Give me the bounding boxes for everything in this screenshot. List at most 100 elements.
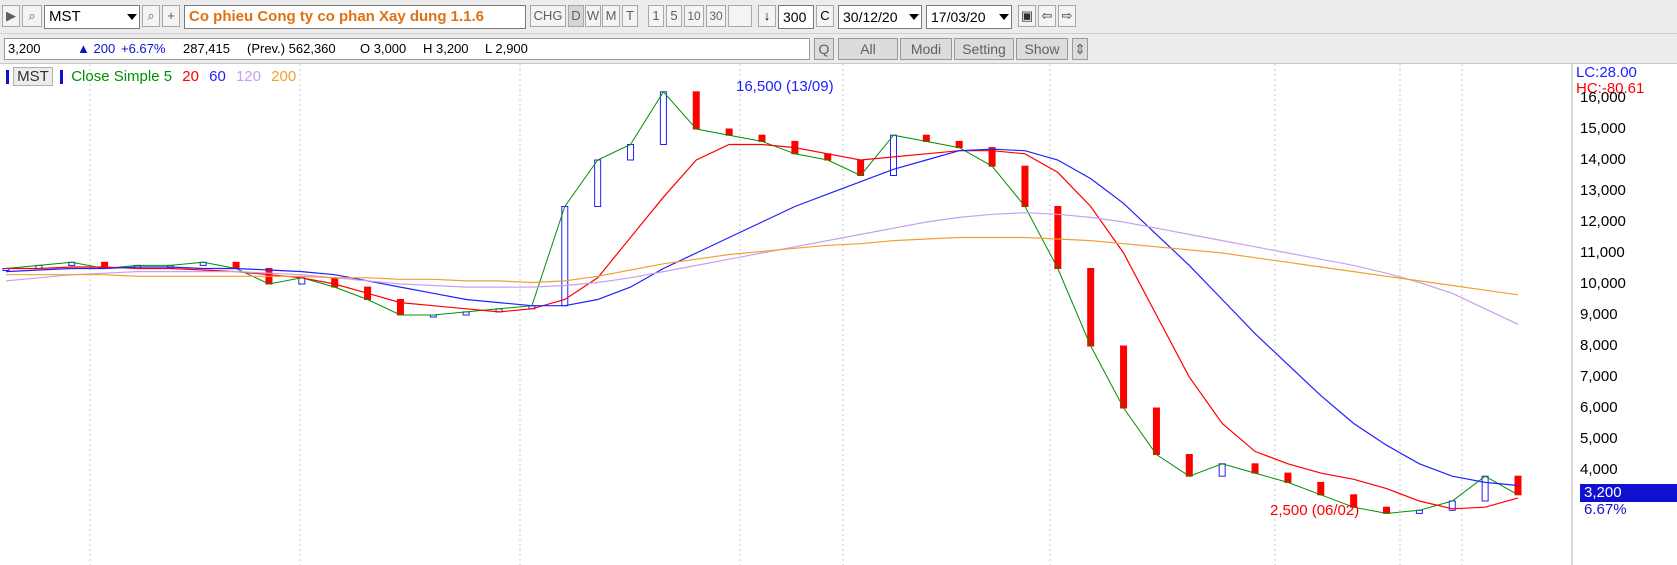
period-m-button[interactable]: M (602, 5, 620, 27)
candle (725, 128, 733, 136)
period-t-button[interactable]: T (622, 5, 638, 27)
low-price: L 2,900 (485, 41, 528, 56)
y-tick-label: 7,000 (1580, 368, 1618, 385)
arrow-left-icon[interactable]: ⇦ (1038, 5, 1056, 27)
bars-count-input[interactable]: 300 (778, 5, 814, 29)
candle (1383, 506, 1391, 514)
candle (659, 91, 667, 145)
y-tick-label: 5,000 (1580, 430, 1618, 447)
add-icon[interactable]: + (162, 5, 180, 27)
candle (627, 144, 635, 161)
interval-5-button[interactable]: 5 (666, 5, 682, 27)
y-tick-label: 10,000 (1580, 275, 1626, 292)
ma60-line (5, 148, 1519, 487)
candle (1481, 475, 1489, 502)
candle (1218, 463, 1226, 477)
y-tick-label: 16,000 (1580, 89, 1626, 106)
find-icon[interactable]: ⌕ (142, 5, 160, 27)
ma20-line (6, 143, 1519, 510)
interval-1-button[interactable]: 1 (648, 5, 664, 27)
y-tick-label: 15,000 (1580, 120, 1626, 137)
candle (1054, 206, 1062, 269)
candle (955, 140, 963, 149)
date-to-value: 17/03/20 (931, 9, 986, 25)
arrow-down-icon[interactable]: ↓ (758, 5, 776, 27)
candle (232, 261, 240, 270)
chevron-down-icon[interactable] (909, 14, 919, 20)
prev-volume: (Prev.) 562,360 (247, 41, 336, 56)
quote-bar: 3,200 ▲ 200 +6.67% 287,415 (Prev.) 562,3… (4, 38, 810, 60)
date-to-input[interactable]: 17/03/20 (926, 5, 1012, 29)
y-tick-label: 8,000 (1580, 337, 1618, 354)
legend-symbol[interactable]: MST (13, 67, 53, 86)
chevron-down-icon[interactable] (999, 14, 1009, 20)
search-icon[interactable]: ⌕ (22, 5, 42, 27)
q-button[interactable]: Q (814, 38, 834, 60)
ma5-line (5, 90, 1519, 514)
modi-button[interactable]: Modi (900, 38, 952, 60)
candle (561, 206, 569, 307)
main-toolbar: ▶ ⌕ MST ⌕ + Co phieu Cong ty co phan Xay… (0, 0, 1677, 34)
candle (1087, 268, 1095, 347)
candle (1251, 463, 1259, 474)
chart-legend: MST Close Simple 5 20 60 120 200 (6, 67, 297, 86)
interval-10-button[interactable]: 10 (684, 5, 704, 27)
legend-ma200: 200 (271, 68, 297, 85)
chart-canvas[interactable] (0, 64, 1677, 565)
legend-ma60: 60 (209, 68, 226, 85)
y-tick-label: 14,000 (1580, 151, 1626, 168)
arrow-right-icon[interactable]: ⇨ (1058, 5, 1076, 27)
play-icon[interactable]: ▶ (2, 5, 20, 27)
date-from-input[interactable]: 30/12/20 (838, 5, 922, 29)
high-annotation: 16,500 (13/09) (736, 78, 834, 95)
candle (1120, 345, 1128, 409)
high-price: H 3,200 (423, 41, 469, 56)
company-name-field: Co phieu Cong ty co phan Xay dung 1.1.6 (184, 5, 526, 29)
y-tick-label: 6,000 (1580, 399, 1618, 416)
y-tick-label: 9,000 (1580, 306, 1618, 323)
legend-ma120: 120 (235, 68, 261, 85)
last-pct-tag: 6.67% (1584, 501, 1627, 518)
legend-marker (60, 70, 64, 85)
candle (594, 159, 602, 207)
candle (1021, 165, 1029, 207)
date-from-value: 30/12/20 (843, 9, 898, 25)
interval-30-button[interactable]: 30 (706, 5, 726, 27)
candle (331, 277, 339, 288)
legend-ma5: Close Simple 5 (71, 68, 173, 85)
show-button[interactable]: Show (1016, 38, 1068, 60)
price-change-pct: +6.67% (121, 41, 166, 56)
volume: 287,415 (183, 41, 230, 56)
candle (692, 91, 700, 130)
blank-button[interactable] (728, 5, 752, 27)
price-change: ▲ 200 (77, 41, 116, 56)
price-chart[interactable]: MST Close Simple 5 20 60 120 200 LC:28.0… (0, 64, 1677, 565)
last-price: 3,200 (8, 41, 41, 56)
save-icon[interactable]: ▣ (1018, 5, 1036, 27)
candle (1317, 481, 1325, 496)
candle (758, 134, 766, 142)
candle (922, 134, 930, 142)
y-tick-label: 11,000 (1580, 244, 1625, 261)
chg-button[interactable]: CHG (530, 5, 566, 27)
lc-label: LC:28.00 (1576, 64, 1637, 81)
period-w-button[interactable]: W (585, 5, 601, 27)
candle (1284, 472, 1292, 483)
chevron-down-icon[interactable] (127, 14, 137, 20)
symbol-input[interactable]: MST (44, 5, 140, 29)
candle (1185, 454, 1193, 477)
period-d-button[interactable]: D (568, 5, 584, 27)
low-annotation: 2,500 (06/02) (1270, 502, 1360, 519)
c-button[interactable]: C (816, 5, 834, 27)
setting-button[interactable]: Setting (954, 38, 1014, 60)
pin-icon[interactable]: ⇕ (1072, 38, 1088, 60)
y-tick-label: 13,000 (1580, 182, 1626, 199)
all-button[interactable]: All (838, 38, 898, 60)
symbol-value: MST (49, 8, 81, 25)
y-tick-label: 4,000 (1580, 461, 1618, 478)
open-price: O 3,000 (360, 41, 407, 56)
chart-window: ▶ ⌕ MST ⌕ + Co phieu Cong ty co phan Xay… (0, 0, 1677, 565)
candle (1152, 407, 1160, 455)
legend-marker (6, 70, 9, 85)
y-tick-label: 12,000 (1580, 213, 1626, 230)
